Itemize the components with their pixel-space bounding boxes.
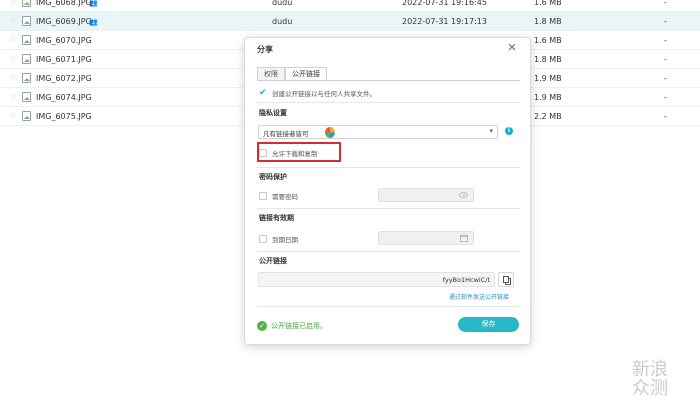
password-checkbox[interactable]: [259, 192, 267, 200]
star-icon[interactable]: ☆: [8, 0, 18, 7]
chevron-down-icon: ▾: [489, 127, 493, 135]
image-file-icon: [22, 73, 31, 83]
public-link-text: fyyBo1HcwiC/t: [442, 276, 490, 284]
status-text: 公开链接已启用。: [271, 322, 327, 330]
copy-icon: [503, 276, 509, 283]
file-size: 1.8 MB: [534, 16, 562, 26]
tab-bar: 权限 公开链接: [257, 67, 327, 81]
file-name[interactable]: IMG_6068.JPG: [36, 0, 92, 7]
allow-download-label: 允许下载和复制: [272, 150, 318, 158]
file-name[interactable]: IMG_6075.JPG: [36, 112, 92, 121]
image-file-icon: [22, 92, 31, 102]
file-extra: -: [664, 54, 667, 64]
file-name[interactable]: IMG_6071.JPG: [36, 55, 92, 64]
public-link-title: 公开链接: [259, 257, 287, 265]
tab-permissions[interactable]: 权限: [257, 67, 285, 81]
privacy-title: 隐私设置: [259, 109, 287, 117]
file-extra: -: [664, 0, 667, 7]
star-icon[interactable]: ☆: [8, 16, 18, 26]
create-link-label: 创建公开链接以与任何人共享文件。: [272, 90, 376, 98]
divider: [257, 306, 520, 307]
file-date: 2022-07-31 19:17:13: [402, 16, 487, 26]
star-icon[interactable]: ☆: [8, 73, 18, 83]
password-title: 密码保护: [259, 173, 287, 181]
shared-users-icon: 👥: [89, 0, 98, 7]
close-icon[interactable]: ✕: [505, 41, 519, 55]
watermark-text: 新浪众测: [632, 359, 668, 399]
file-date: 2022-07-31 19:16:45: [402, 0, 487, 7]
check-icon[interactable]: ✔: [259, 88, 268, 98]
expiry-label: 到期日期: [272, 236, 298, 244]
public-link-field[interactable]: fyyBo1HcwiC/t: [258, 272, 495, 287]
file-name[interactable]: IMG_6070.JPG: [36, 36, 92, 45]
info-icon[interactable]: i: [505, 127, 513, 135]
file-size: 2.2 MB: [534, 111, 562, 121]
dialog-title: 分享: [257, 45, 273, 54]
star-icon[interactable]: ☆: [8, 92, 18, 102]
allow-download-row[interactable]: 允许下载和复制: [259, 148, 318, 158]
file-name[interactable]: IMG_6072.JPG: [36, 74, 92, 83]
expiry-checkbox[interactable]: [259, 235, 267, 243]
divider: [257, 208, 520, 209]
file-size: 1.6 MB: [534, 0, 562, 7]
file-size: 1.9 MB: [534, 73, 562, 83]
image-file-icon: [22, 0, 31, 7]
file-size: 1.9 MB: [534, 92, 562, 102]
file-extra: -: [664, 92, 667, 102]
image-file-icon: [22, 54, 31, 64]
divider: [257, 102, 520, 103]
file-extra: -: [664, 35, 667, 45]
share-dialog: 分享 ✕ 权限 公开链接 ✔ 创建公开链接以与任何人共享文件。 隐私设置 凡有链…: [244, 37, 531, 345]
watermark-logo: 新浪众测: [632, 360, 694, 398]
privacy-select-value: 凡有链接者皆可: [263, 130, 309, 138]
file-name[interactable]: IMG_6069.JPG: [36, 17, 92, 26]
expiry-title: 链接有效期: [259, 214, 294, 222]
privacy-select[interactable]: 凡有链接者皆可 ▾: [258, 125, 498, 139]
file-owner: dudu: [272, 0, 293, 7]
check-circle-icon: ✓: [257, 321, 267, 331]
password-label: 需要密码: [272, 193, 298, 201]
file-name[interactable]: IMG_6074.JPG: [36, 93, 92, 102]
file-extra: -: [664, 16, 667, 26]
file-row[interactable]: ☆ IMG_6069.JPG 👥 dudu 2022-07-31 19:17:13 1.8…: [0, 12, 700, 31]
file-size: 1.6 MB: [534, 35, 562, 45]
divider: [257, 167, 520, 168]
password-row[interactable]: 需要密码: [259, 191, 298, 201]
star-icon[interactable]: ☆: [8, 111, 18, 121]
file-extra: -: [664, 111, 667, 121]
tab-public-link[interactable]: 公开链接: [285, 67, 327, 81]
save-button[interactable]: 保存: [458, 317, 519, 332]
shared-users-icon: 👥: [89, 17, 98, 26]
allow-download-checkbox[interactable]: [259, 149, 267, 157]
file-size: 1.8 MB: [534, 54, 562, 64]
password-input[interactable]: [378, 188, 474, 202]
star-icon[interactable]: ☆: [8, 35, 18, 45]
image-file-icon: [22, 16, 31, 26]
star-icon[interactable]: ☆: [8, 54, 18, 64]
copy-link-button[interactable]: [498, 272, 514, 287]
image-file-icon: [22, 111, 31, 121]
tab-divider: [257, 80, 520, 81]
file-row[interactable]: ☆ IMG_6068.JPG 👥 dudu 2022-07-31 19:16:45 1.6…: [0, 0, 700, 12]
expiry-row[interactable]: 到期日期: [259, 234, 298, 244]
link-status: ✓ 公开链接已启用。: [257, 321, 327, 331]
create-link-row[interactable]: ✔ 创建公开链接以与任何人共享文件。: [259, 88, 376, 98]
file-extra: -: [664, 73, 667, 83]
expiry-date-input[interactable]: [378, 231, 474, 245]
divider: [257, 251, 520, 252]
image-file-icon: [22, 35, 31, 45]
email-link[interactable]: 通过邮件发送公开链接: [449, 292, 509, 301]
eye-icon: [459, 192, 468, 198]
avatar: [325, 127, 335, 138]
file-owner: dudu: [272, 16, 293, 26]
calendar-icon: [460, 235, 468, 242]
